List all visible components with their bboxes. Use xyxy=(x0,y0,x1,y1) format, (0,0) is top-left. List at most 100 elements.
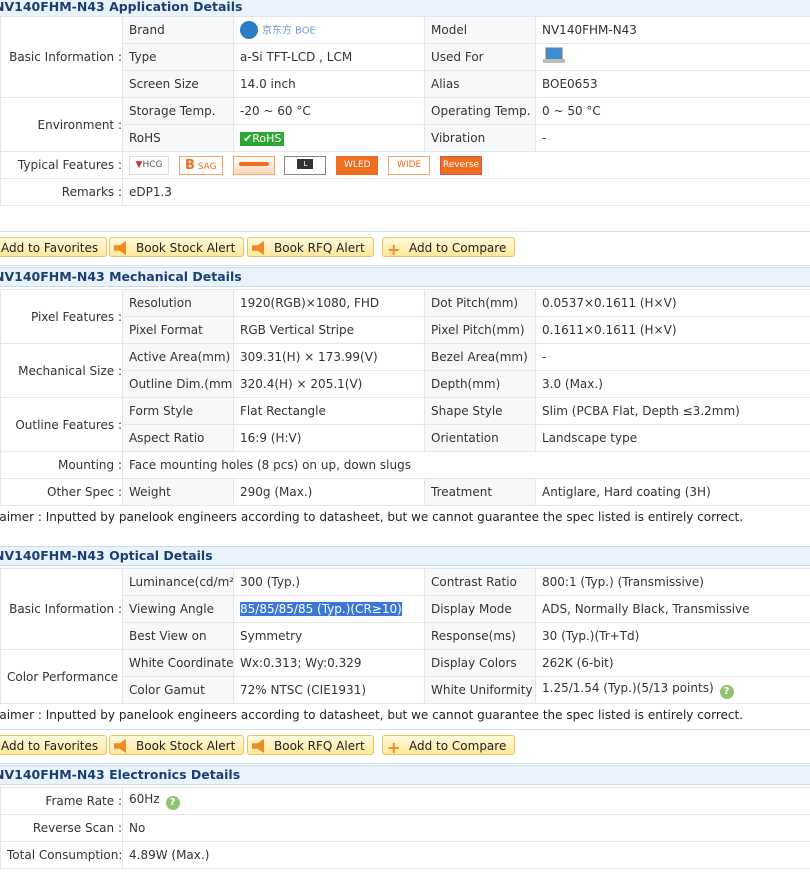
value-depth: 3.0 (Max.) xyxy=(535,370,810,398)
book-stock-alert-button[interactable]: Book Stock Alert xyxy=(109,735,245,755)
value-contrast-ratio: 800:1 (Typ.) (Transmissive) xyxy=(535,568,810,596)
label-response: Response(ms) xyxy=(424,622,536,650)
value-active-area: 309.31(H) × 173.99(V) xyxy=(233,343,425,371)
mechanical-details-header: NV140FHM-N43 Mechanical Details xyxy=(0,267,810,287)
boe-logo-icon xyxy=(240,21,258,39)
label-pixel-pitch: Pixel Pitch(mm) xyxy=(424,316,536,344)
value-display-mode: ADS, Normally Black, Transmissive xyxy=(535,595,810,623)
category-mounting: Mounting : xyxy=(0,451,123,479)
label-contrast-ratio: Contrast Ratio xyxy=(424,568,536,596)
category-outline-features: Outline Features : xyxy=(0,397,123,452)
laptop-icon[interactable] xyxy=(542,46,566,66)
compare-label: Add to Compare xyxy=(409,241,507,255)
landscape-feature-icon[interactable]: L xyxy=(284,155,327,175)
speaker-icon xyxy=(252,739,264,753)
value-total-consumption: 4.89W (Max.) xyxy=(122,841,810,869)
value-outline-dim: 320.4(H) × 205.1(V) xyxy=(233,370,425,398)
application-table: Basic Information : Brand 京东方 BOE Model … xyxy=(0,16,810,206)
add-to-favorites-button[interactable]: Add to Favorites xyxy=(0,735,108,755)
flat-panel-feature-icon[interactable] xyxy=(232,155,275,175)
value-remarks: eDP1.3 xyxy=(122,178,810,206)
label-operating-temp: Operating Temp. xyxy=(424,97,536,125)
label-best-view: Best View on xyxy=(122,622,234,650)
value-mounting: Face mounting holes (8 pcs) on up, down … xyxy=(122,451,810,479)
mechanical-table: Pixel Features : Resolution 1920(RGB)×10… xyxy=(0,289,810,506)
brand-logo: 京东方 BOE xyxy=(233,16,425,44)
label-pixel-format: Pixel Format xyxy=(122,316,234,344)
label-bezel-area: Bezel Area(mm) xyxy=(424,343,536,371)
label-shape-style: Shape Style xyxy=(424,397,536,425)
value-viewing-angle: 85/85/85/85 (Typ.)(CR≥10) xyxy=(233,595,425,623)
mechanical-disclaimer: laimer : Inputted by panelook engineers … xyxy=(0,510,744,524)
add-to-compare-button[interactable]: + Add to Compare xyxy=(382,237,516,259)
add-to-compare-button[interactable]: + Add to Compare xyxy=(382,735,516,756)
help-icon[interactable]: ? xyxy=(719,685,734,699)
label-type: Type xyxy=(122,43,234,71)
wide-feature-icon[interactable]: WIDE xyxy=(388,155,431,175)
value-alias: BOE0653 xyxy=(535,70,810,98)
feature-l-text: L xyxy=(297,159,314,169)
rfq-label: Book RFQ Alert xyxy=(274,241,365,255)
book-rfq-alert-button[interactable]: Book RFQ Alert xyxy=(247,237,374,257)
rohs-text: RoHS xyxy=(252,131,282,145)
value-operating-temp: 0 ~ 50 °C xyxy=(535,97,810,125)
viewing-angle-selected-text[interactable]: 85/85/85/85 (Typ.)(CR≥10) xyxy=(240,602,402,616)
book-rfq-alert-button[interactable]: Book RFQ Alert xyxy=(247,735,374,755)
value-shape-style: Slim (PCBA Flat, Depth ≤3.2mm) xyxy=(535,397,810,425)
reverse-feature-icon[interactable]: Reverse xyxy=(439,155,482,175)
action-bar-2: Add to Favorites Book Stock Alert Book R… xyxy=(0,729,810,764)
optical-table: Basic Information : Luminance(cd/m²) 300… xyxy=(0,568,810,704)
value-treatment: Antiglare, Hard coating (3H) xyxy=(535,478,810,506)
favorites-label: Add to Favorites xyxy=(1,241,99,255)
optical-disclaimer: laimer : Inputted by panelook engineers … xyxy=(0,708,744,722)
value-dot-pitch: 0.0537×0.1611 (H×V) xyxy=(535,289,810,317)
help-icon[interactable]: ? xyxy=(165,796,180,810)
hcg-feature-icon[interactable]: ▼HCG xyxy=(129,155,169,175)
feature-hcg-text: HCG xyxy=(142,159,163,170)
value-weight: 290g (Max.) xyxy=(233,478,425,506)
rohs-badge: ✔RoHS xyxy=(240,131,285,146)
speaker-icon xyxy=(252,241,264,255)
value-rohs: ✔RoHS xyxy=(233,124,425,152)
label-luminance: Luminance(cd/m²) xyxy=(122,568,234,596)
value-vibration: - xyxy=(535,124,810,152)
stock-label: Book Stock Alert xyxy=(136,241,236,255)
wled-feature-icon[interactable]: WLED xyxy=(336,155,379,175)
label-resolution: Resolution xyxy=(122,289,234,317)
label-form-style: Form Style xyxy=(122,397,234,425)
label-depth: Depth(mm) xyxy=(424,370,536,398)
value-bezel-area: - xyxy=(535,343,810,371)
label-used-for: Used For xyxy=(424,43,536,71)
label-storage-temp: Storage Temp. xyxy=(122,97,234,125)
category-typical-features: Typical Features : xyxy=(0,151,123,179)
stock-label: Book Stock Alert xyxy=(136,739,236,753)
value-resolution: 1920(RGB)×1080, FHD xyxy=(233,289,425,317)
feature-sag-text: SAG xyxy=(197,161,217,172)
label-active-area: Active Area(mm) xyxy=(122,343,234,371)
value-white-uniformity: 1.25/1.54 (Typ.)(5/13 points)? xyxy=(535,676,810,704)
sag-feature-icon[interactable]: B SAG xyxy=(178,155,223,175)
label-frame-rate: Frame Rate : xyxy=(0,787,123,815)
category-remarks: Remarks : xyxy=(0,178,123,206)
label-model: Model xyxy=(424,16,536,44)
value-luminance: 300 (Typ.) xyxy=(233,568,425,596)
rfq-label: Book RFQ Alert xyxy=(274,739,365,753)
value-aspect-ratio: 16:9 (H:V) xyxy=(233,424,425,452)
category-color-performance: Color Performance : xyxy=(0,649,123,704)
label-aspect-ratio: Aspect Ratio xyxy=(122,424,234,452)
label-vibration: Vibration xyxy=(424,124,536,152)
value-type: a-Si TFT-LCD , LCM xyxy=(233,43,425,71)
add-to-favorites-button[interactable]: Add to Favorites xyxy=(0,237,108,257)
value-pixel-format: RGB Vertical Stripe xyxy=(233,316,425,344)
electronics-table: Frame Rate : 60Hz? Reverse Scan : No Tot… xyxy=(0,787,810,869)
label-reverse-scan: Reverse Scan : xyxy=(0,814,123,842)
plus-icon: + xyxy=(387,240,401,259)
category-optical-basic: Basic Information : xyxy=(0,568,123,650)
label-dot-pitch: Dot Pitch(mm) xyxy=(424,289,536,317)
book-stock-alert-button[interactable]: Book Stock Alert xyxy=(109,237,245,257)
category-environment: Environment : xyxy=(0,97,123,152)
category-pixel-features: Pixel Features : xyxy=(0,289,123,344)
compare-label: Add to Compare xyxy=(409,739,507,753)
speaker-icon xyxy=(114,241,126,255)
optical-details-header: NV140FHM-N43 Optical Details xyxy=(0,546,810,566)
